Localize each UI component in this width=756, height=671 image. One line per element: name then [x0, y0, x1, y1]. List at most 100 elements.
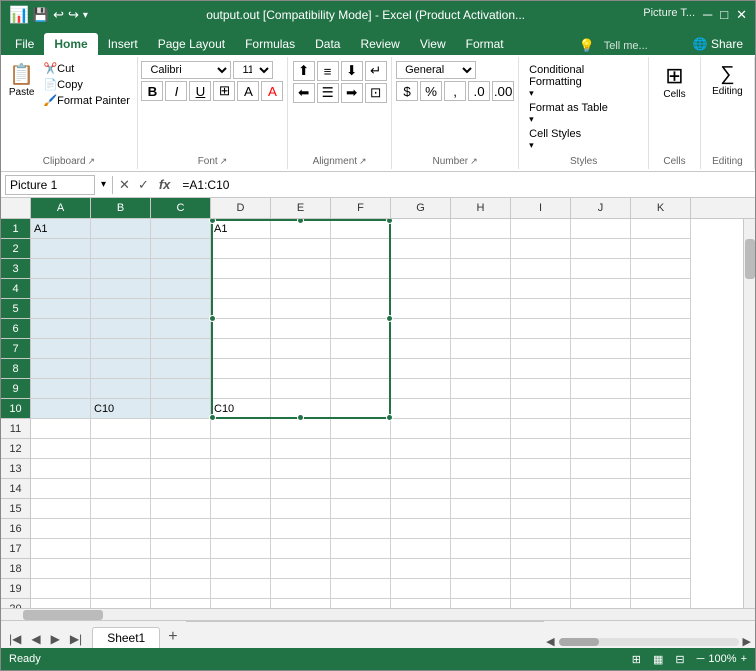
- cell-K10[interactable]: [631, 399, 691, 419]
- cell-J20[interactable]: [571, 599, 631, 608]
- cell-F1[interactable]: [331, 219, 391, 239]
- cell-J3[interactable]: [571, 259, 631, 279]
- cell-J16[interactable]: [571, 519, 631, 539]
- align-middle-button[interactable]: ≡: [317, 61, 339, 81]
- formula-input[interactable]: [178, 178, 751, 192]
- cell-A7[interactable]: [31, 339, 91, 359]
- cell-H18[interactable]: [451, 559, 511, 579]
- cell-K11[interactable]: [631, 419, 691, 439]
- cell-F12[interactable]: [331, 439, 391, 459]
- row-header-12[interactable]: 12: [1, 439, 31, 459]
- cell-B15[interactable]: [91, 499, 151, 519]
- col-header-K[interactable]: K: [631, 198, 691, 218]
- font-name-dropdown[interactable]: Calibri: [141, 61, 231, 79]
- cell-E11[interactable]: [271, 419, 331, 439]
- tab-home[interactable]: Home: [44, 33, 97, 55]
- cell-E4[interactable]: [271, 279, 331, 299]
- cell-H7[interactable]: [451, 339, 511, 359]
- row-header-2[interactable]: 2: [1, 239, 31, 259]
- cell-K2[interactable]: [631, 239, 691, 259]
- cell-G5[interactable]: [391, 299, 451, 319]
- cell-E18[interactable]: [271, 559, 331, 579]
- cell-A4[interactable]: [31, 279, 91, 299]
- align-bottom-button[interactable]: ⬇: [341, 61, 363, 81]
- cell-H10[interactable]: [451, 399, 511, 419]
- cell-D16[interactable]: [211, 519, 271, 539]
- cell-C14[interactable]: [151, 479, 211, 499]
- function-icon[interactable]: fx: [155, 177, 175, 192]
- cell-C1[interactable]: [151, 219, 211, 239]
- qat-save[interactable]: 💾: [33, 7, 49, 23]
- cell-G1[interactable]: [391, 219, 451, 239]
- cell-J7[interactable]: [571, 339, 631, 359]
- row-header-17[interactable]: 17: [1, 539, 31, 559]
- cell-J8[interactable]: [571, 359, 631, 379]
- row-header-8[interactable]: 8: [1, 359, 31, 379]
- cell-J11[interactable]: [571, 419, 631, 439]
- cell-B9[interactable]: [91, 379, 151, 399]
- cell-A6[interactable]: [31, 319, 91, 339]
- cell-K5[interactable]: [631, 299, 691, 319]
- minimize-button[interactable]: ─: [703, 7, 712, 23]
- cell-J19[interactable]: [571, 579, 631, 599]
- zoom-in-button[interactable]: +: [741, 653, 747, 665]
- cell-H4[interactable]: [451, 279, 511, 299]
- cell-K13[interactable]: [631, 459, 691, 479]
- cell-K16[interactable]: [631, 519, 691, 539]
- tab-page-layout[interactable]: Page Layout: [148, 33, 235, 55]
- cell-J1[interactable]: [571, 219, 631, 239]
- cell-K19[interactable]: [631, 579, 691, 599]
- cell-D12[interactable]: [211, 439, 271, 459]
- cell-J17[interactable]: [571, 539, 631, 559]
- cell-F2[interactable]: [331, 239, 391, 259]
- cell-G16[interactable]: [391, 519, 451, 539]
- align-right-button[interactable]: ➡: [341, 83, 363, 103]
- cell-I20[interactable]: [511, 599, 571, 608]
- cell-H6[interactable]: [451, 319, 511, 339]
- cell-G4[interactable]: [391, 279, 451, 299]
- name-box-dropdown-icon[interactable]: ▾: [99, 179, 108, 190]
- cell-A16[interactable]: [31, 519, 91, 539]
- horizontal-scrollbar[interactable]: [1, 608, 755, 620]
- cell-B11[interactable]: [91, 419, 151, 439]
- cell-B10[interactable]: C10: [91, 399, 151, 419]
- row-header-15[interactable]: 15: [1, 499, 31, 519]
- normal-view-icon[interactable]: ▦: [653, 653, 663, 666]
- cell-G14[interactable]: [391, 479, 451, 499]
- italic-button[interactable]: I: [165, 81, 187, 101]
- cell-F19[interactable]: [331, 579, 391, 599]
- cell-D3[interactable]: [211, 259, 271, 279]
- tab-review[interactable]: Review: [350, 33, 409, 55]
- cell-I16[interactable]: [511, 519, 571, 539]
- cell-I11[interactable]: [511, 419, 571, 439]
- confirm-formula-button[interactable]: ✓: [136, 177, 151, 193]
- cell-G19[interactable]: [391, 579, 451, 599]
- cell-H12[interactable]: [451, 439, 511, 459]
- font-color-button[interactable]: A: [261, 81, 283, 101]
- align-left-button[interactable]: ⬅: [293, 83, 315, 103]
- cell-C2[interactable]: [151, 239, 211, 259]
- copy-button[interactable]: 📄 Copy: [40, 77, 132, 92]
- row-header-6[interactable]: 6: [1, 319, 31, 339]
- borders-button[interactable]: ⊞: [213, 81, 235, 101]
- cell-C5[interactable]: [151, 299, 211, 319]
- cell-F18[interactable]: [331, 559, 391, 579]
- cell-D7[interactable]: [211, 339, 271, 359]
- cell-K4[interactable]: [631, 279, 691, 299]
- cell-D13[interactable]: [211, 459, 271, 479]
- tab-format[interactable]: Format: [456, 33, 514, 55]
- cell-D9[interactable]: [211, 379, 271, 399]
- cell-E16[interactable]: [271, 519, 331, 539]
- tab-view[interactable]: View: [410, 33, 456, 55]
- cancel-formula-button[interactable]: ✕: [117, 177, 132, 193]
- cell-G18[interactable]: [391, 559, 451, 579]
- cell-B20[interactable]: [91, 599, 151, 608]
- cell-H14[interactable]: [451, 479, 511, 499]
- last-sheet-button[interactable]: ▶|: [66, 630, 86, 648]
- col-header-J[interactable]: J: [571, 198, 631, 218]
- next-sheet-button[interactable]: ▶: [47, 630, 64, 648]
- cell-I1[interactable]: [511, 219, 571, 239]
- cell-D11[interactable]: [211, 419, 271, 439]
- cell-H19[interactable]: [451, 579, 511, 599]
- cell-J6[interactable]: [571, 319, 631, 339]
